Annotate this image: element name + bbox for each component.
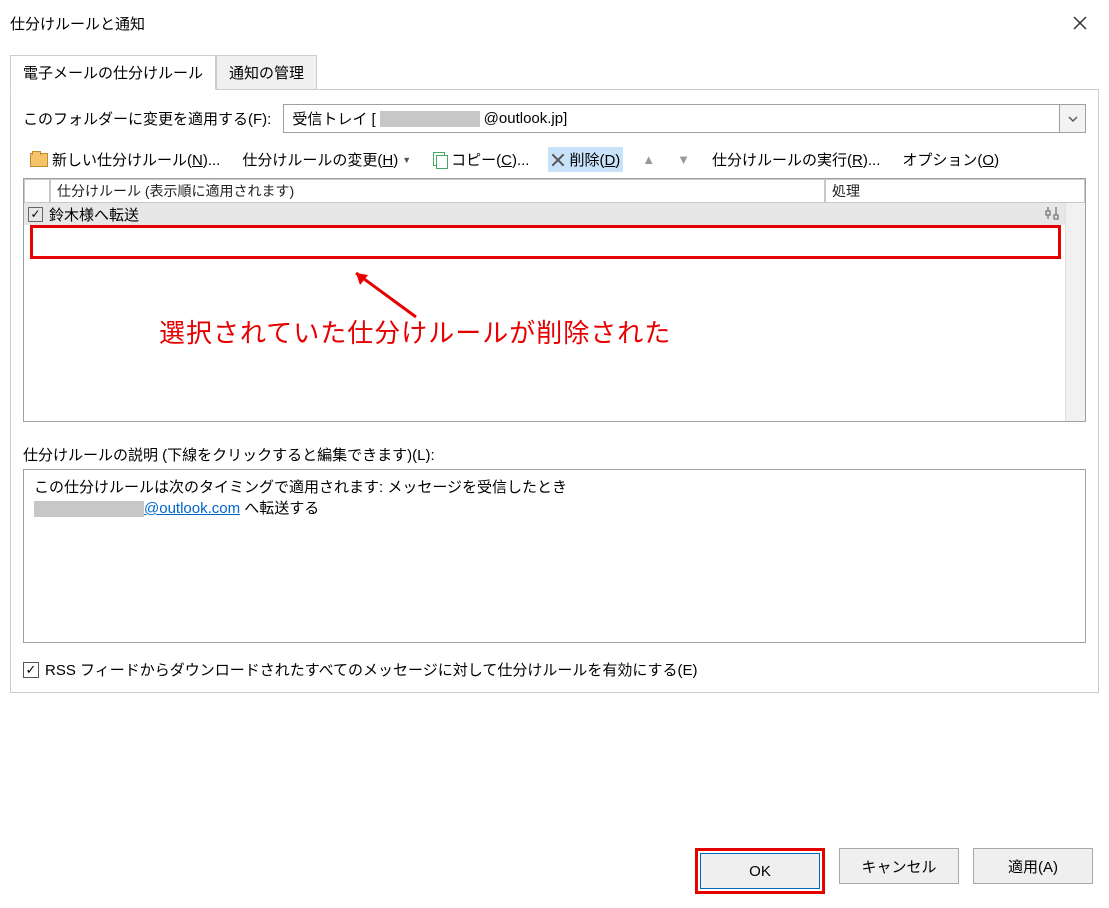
rule-name: 鈴木様へ転送: [49, 204, 139, 225]
folder-row: このフォルダーに変更を適用する(F): 受信トレイ [ @outlook.jp]: [23, 104, 1086, 133]
titlebar: 仕分けルールと通知: [0, 0, 1109, 44]
tab-manage-alerts[interactable]: 通知の管理: [216, 55, 317, 89]
folder-text-suffix: @outlook.jp]: [484, 110, 568, 127]
rules-list-body[interactable]: ✓ 鈴木様へ転送 選択されていた仕分けルールが削除された: [24, 203, 1085, 421]
tab-container: 電子メールの仕分けルール 通知の管理 このフォルダーに変更を適用する(F): 受…: [0, 44, 1109, 693]
rule-row-selected[interactable]: ✓ 鈴木様へ転送: [24, 203, 1065, 225]
run-rules-button[interactable]: 仕分けルールの実行(R)...: [709, 147, 883, 172]
ok-button[interactable]: OK: [700, 853, 820, 889]
folder-text-prefix: 受信トレイ [: [292, 108, 375, 129]
redacted-email-user: [34, 501, 144, 517]
scrollbar[interactable]: [1065, 203, 1085, 421]
rule-settings-icon: [1044, 205, 1062, 224]
description-forward-link[interactable]: @outlook.com: [144, 500, 240, 517]
dialog-buttons: OK キャンセル 適用(A): [695, 848, 1093, 894]
dropdown-icon: ▼: [402, 155, 411, 165]
annotation-arrow: [344, 265, 424, 325]
description-line-2-tail: へ転送する: [240, 500, 319, 517]
annotation-highlight-box: [30, 225, 1061, 259]
tabs: 電子メールの仕分けルール 通知の管理: [10, 54, 1099, 90]
header-rule-name[interactable]: 仕分けルール (表示順に適用されます): [50, 179, 825, 203]
delete-rule-button[interactable]: 削除(D): [548, 147, 623, 172]
folder-label: このフォルダーに変更を適用する(F):: [23, 108, 271, 129]
folder-icon: [30, 153, 48, 167]
copy-icon: [433, 152, 447, 168]
apply-button[interactable]: 適用(A): [973, 848, 1093, 884]
description-label: 仕分けルールの説明 (下線をクリックすると編集できます)(L):: [23, 444, 1086, 465]
folder-select[interactable]: 受信トレイ [ @outlook.jp]: [283, 104, 1086, 133]
delete-icon: [551, 153, 565, 167]
description-line-1: この仕分けルールは次のタイミングで適用されます: メッセージを受信したとき: [34, 476, 1075, 497]
rule-checkbox[interactable]: ✓: [28, 207, 43, 222]
close-icon[interactable]: [1065, 8, 1095, 38]
panel-email-rules: このフォルダーに変更を適用する(F): 受信トレイ [@outlook.jp] …: [10, 90, 1099, 693]
folder-text: 受信トレイ [ @outlook.jp]: [284, 105, 1059, 132]
new-rule-button[interactable]: 新しい仕分けルール(N)...: [27, 147, 223, 172]
move-up-icon[interactable]: ▲: [639, 152, 658, 167]
rss-checkbox-label: RSS フィードからダウンロードされたすべてのメッセージに対して仕分けルールを有…: [45, 659, 697, 680]
tab-email-rules[interactable]: 電子メールの仕分けルール: [10, 55, 216, 90]
rules-list-header: 仕分けルール (表示順に適用されます) 処理: [24, 179, 1085, 203]
redacted-account: [380, 111, 480, 127]
rules-list: 仕分けルール (表示順に適用されます) 処理 ✓ 鈴木様へ転送: [23, 178, 1086, 422]
header-action[interactable]: 処理: [825, 179, 1085, 203]
description-box: この仕分けルールは次のタイミングで適用されます: メッセージを受信したとき @o…: [23, 469, 1086, 643]
change-rule-button[interactable]: 仕分けルールの変更(H) ▼: [239, 147, 414, 172]
annotation-ok-highlight: OK: [695, 848, 825, 894]
chevron-down-icon[interactable]: [1059, 105, 1085, 132]
move-down-icon[interactable]: ▼: [674, 152, 693, 167]
toolbar: 新しい仕分けルール(N)... 仕分けルールの変更(H) ▼ コピー(C)...…: [23, 147, 1086, 172]
header-checkbox-col: [24, 179, 50, 203]
window-title: 仕分けルールと通知: [10, 13, 145, 34]
rss-checkbox-row[interactable]: ✓ RSS フィードからダウンロードされたすべてのメッセージに対して仕分けルール…: [23, 659, 1086, 680]
annotation-text: 選択されていた仕分けルールが削除された: [159, 313, 671, 350]
rss-checkbox[interactable]: ✓: [23, 662, 39, 678]
options-button[interactable]: オプション(O): [899, 147, 1002, 172]
cancel-button[interactable]: キャンセル: [839, 848, 959, 884]
description-line-2: @outlook.com へ転送する: [34, 497, 1075, 518]
copy-rule-button[interactable]: コピー(C)...: [430, 147, 532, 172]
